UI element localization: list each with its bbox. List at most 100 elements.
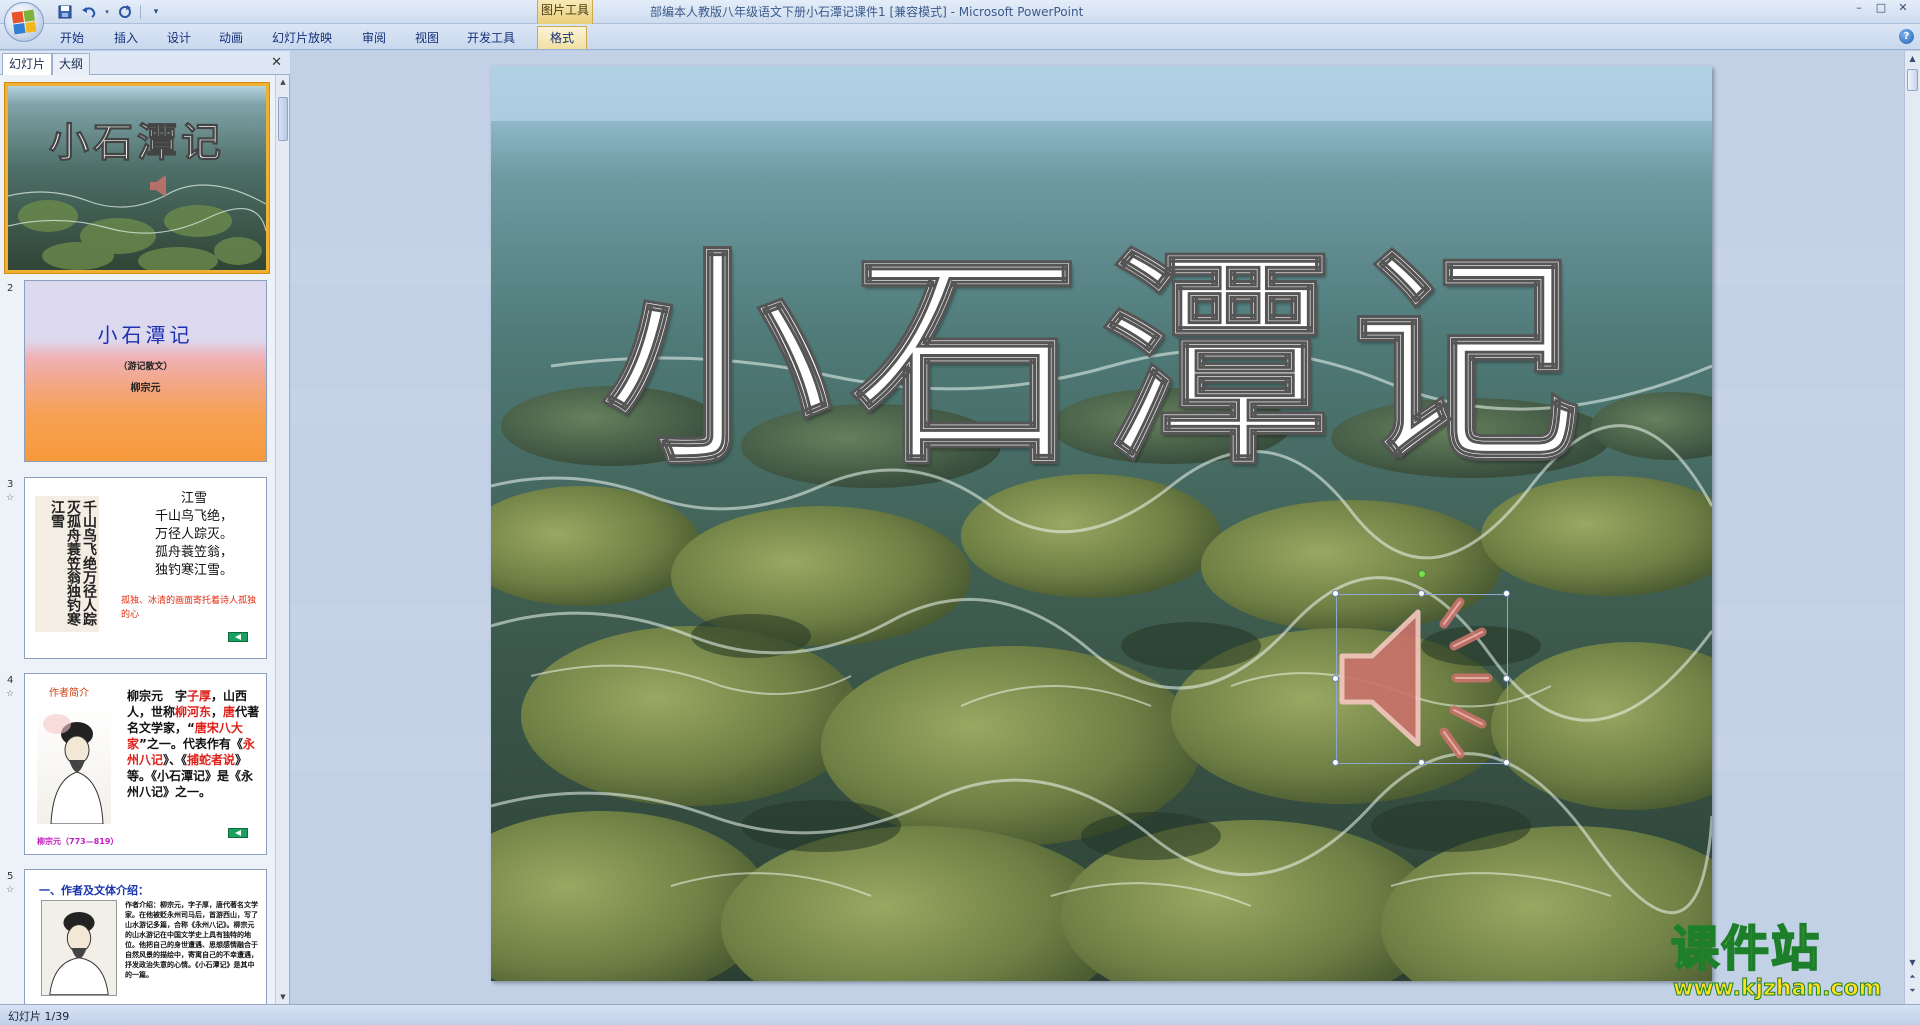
office-logo-icon	[11, 9, 37, 35]
tab-home[interactable]: 开始	[60, 28, 84, 48]
watermark-logo: 课件站 www.kjzhan.com	[1665, 921, 1900, 1005]
text-run: 》、《	[163, 753, 188, 767]
office-button[interactable]	[4, 2, 44, 42]
animation-star-icon: ☆	[6, 885, 15, 895]
help-icon[interactable]: ?	[1899, 29, 1914, 44]
quick-access-toolbar: ▾ ▾	[56, 3, 165, 21]
selection-border	[1336, 594, 1508, 764]
thumb-5-heading: 一、作者及文体介绍：	[39, 884, 149, 897]
status-bar: 幻灯片 1/39	[0, 1004, 1920, 1025]
thumb-4-heading: 作者简介	[49, 688, 89, 699]
save-icon[interactable]	[56, 4, 74, 20]
poem-line: 万径人踪灭。	[154, 527, 233, 542]
current-slide[interactable]: 小石潭记	[491, 66, 1712, 981]
author-portrait	[37, 704, 111, 824]
poem-title: 江雪	[180, 491, 207, 506]
ribbon-tabs: 开始 插入 设计 动画 幻灯片放映 审阅 视图 开发工具 格式 ?	[0, 24, 1920, 50]
customize-qat-icon[interactable]: ▾	[147, 4, 165, 20]
scroll-thumb[interactable]	[278, 97, 288, 141]
thumb-4-text: 柳宗元 字子厚，山西人，世称柳河东，唐代著名文学家，“唐宋八大家”之一。代表作有…	[127, 688, 263, 800]
resize-handle[interactable]	[1503, 675, 1510, 682]
thumb-number: 4	[7, 675, 14, 686]
rotation-handle[interactable]	[1418, 570, 1426, 578]
pane-tabs: 幻灯片 大纲 ✕	[0, 51, 290, 75]
slide-title[interactable]: 小石潭记	[491, 245, 1712, 478]
tab-developer[interactable]: 开发工具	[467, 28, 515, 48]
water-background-image	[491, 66, 1712, 981]
slide-vertical-scrollbar[interactable]: ▲ ▼ ⏶ ⏷	[1904, 51, 1920, 1004]
slide-thumbnail-3[interactable]: 千山鸟飞绝万径人踪灭孤舟蓑笠翁独钓寒江雪 江雪 千山鸟飞绝， 万径人踪灭。 孤舟…	[24, 477, 267, 659]
animation-star-icon: ☆	[6, 689, 15, 699]
next-slide-icon[interactable]: ⏷	[1906, 985, 1919, 998]
resize-handle[interactable]	[1418, 590, 1425, 597]
thumb-4-caption: 柳宗元（773—819）	[37, 837, 119, 846]
window-controls: – □ ✕	[1848, 0, 1914, 18]
slide-thumbnail-5[interactable]: 一、作者及文体介绍： 作者介绍：柳宗元，字子厚，唐代著名文学家。在他被贬永州司马…	[24, 869, 267, 1004]
tab-review[interactable]: 审阅	[362, 28, 386, 48]
poem-line: 孤舟蓑笠翁，	[154, 545, 233, 560]
thumb-number: 2	[7, 283, 14, 294]
slide-thumbnail-4[interactable]: 作者简介 柳宗元 字子厚，山西人，世称柳河东，唐代著名文学家，“唐宋八大家”之一…	[24, 673, 267, 855]
window-title: 部编本人教版八年级语文下册小石潭记课件1 [兼容模式] - Microsoft …	[650, 5, 1084, 19]
text-run-highlight: 捕蛇者说	[187, 753, 236, 767]
resize-handle[interactable]	[1503, 759, 1510, 766]
scroll-thumb[interactable]	[1907, 69, 1918, 91]
thumb-3-calligraphy: 千山鸟飞绝万径人踪灭孤舟蓑笠翁独钓寒江雪	[35, 496, 99, 632]
back-arrow-icon	[228, 828, 248, 838]
text-run: ”之一。代表作有《	[139, 737, 243, 751]
thumbnails-scrollbar[interactable]: ▲ ▼	[275, 75, 289, 1004]
animation-star-icon: ☆	[6, 493, 15, 503]
tab-slides[interactable]: 幻灯片	[2, 53, 53, 75]
thumb-2-subtitle: （游记散文）	[118, 362, 173, 372]
scroll-down-arrow-icon[interactable]: ▼	[1906, 957, 1919, 970]
tab-slide-show[interactable]: 幻灯片放映	[272, 28, 332, 48]
resize-handle[interactable]	[1503, 590, 1510, 597]
tab-format[interactable]: 格式	[537, 26, 588, 49]
watermark-url: www.kjzhan.com	[1673, 976, 1883, 1001]
thumb-2-title: 小石潭记	[97, 323, 194, 347]
tab-outline[interactable]: 大纲	[52, 53, 91, 75]
maximize-button[interactable]: □	[1870, 0, 1892, 18]
thumb-3-poem: 江雪 千山鸟飞绝， 万径人踪灭。 孤舟蓑笠翁， 独钓寒江雪。	[129, 490, 259, 580]
slide-thumbnails: 1 小石潭记	[0, 75, 276, 1004]
thumb-2-author: 柳宗元	[130, 383, 161, 394]
redo-icon[interactable]	[116, 4, 134, 20]
resize-handle[interactable]	[1332, 759, 1339, 766]
tab-view[interactable]: 视图	[415, 28, 439, 48]
thumb-3-note: 孤独、冰清的画面寄托着诗人孤独的心	[121, 596, 257, 620]
resize-handle[interactable]	[1332, 590, 1339, 597]
qat-separator	[140, 5, 141, 19]
slides-pane: 幻灯片 大纲 ✕ 1	[0, 51, 290, 1004]
close-pane-icon[interactable]: ✕	[271, 55, 282, 70]
picture-tools-context-label: 图片工具	[537, 0, 593, 24]
previous-slide-icon[interactable]: ⏶	[1906, 971, 1919, 984]
thumb-number: 3	[7, 479, 14, 490]
undo-dropdown-icon[interactable]: ▾	[104, 4, 110, 20]
slide-thumbnail-2[interactable]: 小石潭记 （游记散文） 柳宗元	[24, 280, 267, 462]
scroll-up-arrow-icon[interactable]: ▲	[1906, 53, 1919, 66]
author-portrait	[41, 900, 117, 996]
thumb-1-title: 小石潭记	[49, 119, 225, 167]
watermark-text: 课件站	[1670, 921, 1822, 977]
text-run-highlight: 柳河东	[175, 705, 212, 719]
scroll-down-arrow-icon[interactable]: ▼	[278, 992, 288, 1002]
minimize-button[interactable]: –	[1848, 0, 1870, 18]
resize-handle[interactable]	[1332, 675, 1339, 682]
text-run-highlight: 唐	[223, 705, 236, 719]
close-button[interactable]: ✕	[1892, 0, 1914, 18]
scroll-up-arrow-icon[interactable]: ▲	[278, 77, 288, 87]
thumb-5-text: 作者介绍：柳宗元，字子厚，唐代著名文学家。在他被贬永州司马后，首游西山，写了山水…	[125, 901, 258, 979]
poem-line: 千山鸟飞绝，	[154, 509, 233, 524]
slide-indicator: 幻灯片 1/39	[8, 1010, 70, 1023]
undo-icon[interactable]	[80, 4, 98, 20]
tab-design[interactable]: 设计	[167, 28, 191, 48]
poem-line: 独钓寒江雪。	[154, 563, 233, 578]
sound-object[interactable]	[1332, 570, 1510, 766]
thumb-number: 5	[7, 871, 14, 882]
slide-thumbnail-1[interactable]: 小石潭记	[5, 83, 269, 273]
tab-insert[interactable]: 插入	[114, 28, 138, 48]
resize-handle[interactable]	[1418, 759, 1425, 766]
tab-animations[interactable]: 动画	[219, 28, 243, 48]
text-run: 柳宗元 字	[127, 689, 188, 703]
text-run: ，	[211, 705, 224, 719]
